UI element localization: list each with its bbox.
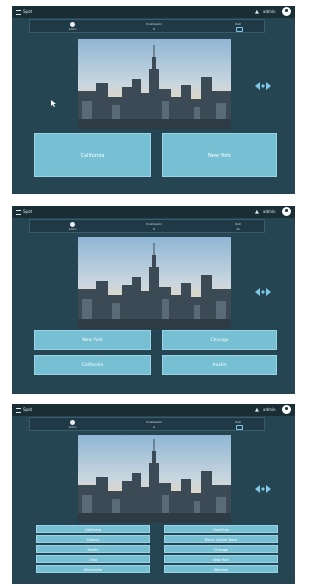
username: admin (263, 407, 276, 412)
answer-button[interactable]: New York (164, 555, 278, 563)
time-label: Zeit (235, 222, 241, 226)
app-name: Spot (23, 407, 33, 412)
top-app-bar: Spot ▲ admin (12, 404, 295, 416)
player-name: admin (68, 426, 77, 429)
question-image (78, 237, 231, 329)
time-label: Zeit (235, 420, 241, 424)
game-status-bar: admin Punktezahl 0 Zeit (29, 19, 265, 33)
app-name: Spot (23, 9, 33, 14)
double-arrow-icon[interactable] (254, 80, 272, 92)
mouse-cursor (51, 92, 56, 111)
question-image (78, 435, 231, 523)
player-name: admin (68, 28, 77, 31)
answer-button[interactable]: Chicago (162, 330, 277, 350)
points-label: Punktezahl (146, 222, 162, 226)
answer-button[interactable]: California (36, 525, 150, 533)
answer-button[interactable]: Austin (162, 355, 277, 375)
game-status-bar: admin Punktezahl 0 Zeit 11 (29, 219, 265, 233)
account-circle-icon[interactable] (282, 405, 291, 414)
answer-button[interactable]: Sydney (36, 535, 150, 543)
points-label: Punktezahl (146, 22, 162, 26)
answer-button[interactable]: New York (162, 133, 277, 177)
quiz-screen-2: Spot ▲ admin admin Punktezahl 0 Zeit 11 (12, 206, 295, 394)
bell-icon[interactable]: ▲ (255, 8, 259, 16)
quiz-screen-1: Spot ▲ admin admin Punktezahl 0 Zeit Cal… (12, 6, 295, 194)
bell-icon[interactable]: ▲ (255, 406, 259, 414)
account-circle-icon[interactable] (282, 207, 291, 216)
quiz-screen-3: Spot ▲ admin admin Punktezahl 2 Zeit Cal… (12, 404, 295, 584)
time-value: 11 (236, 227, 240, 231)
menu-icon[interactable] (16, 9, 21, 15)
double-arrow-icon[interactable] (254, 286, 272, 298)
game-status-bar: admin Punktezahl 2 Zeit (29, 417, 265, 431)
answer-button[interactable]: Warsaw (164, 565, 278, 573)
app-logo[interactable]: Spot (16, 8, 32, 16)
app-name: Spot (23, 209, 33, 214)
tv-icon (236, 27, 243, 32)
answer-button[interactable]: Austin (36, 545, 150, 553)
answer-button[interactable]: Stockholm (36, 565, 150, 573)
username: admin (263, 209, 276, 214)
points-label: Punktezahl (146, 420, 162, 424)
top-app-bar: Spot ▲ admin (12, 6, 295, 18)
answer-button[interactable]: Chicago (164, 545, 278, 553)
tv-icon (236, 425, 243, 430)
answer-button[interactable]: Hamilton (164, 525, 278, 533)
menu-icon[interactable] (16, 209, 21, 215)
top-app-bar: Spot ▲ admin (12, 206, 295, 218)
answer-button[interactable]: Ohio (36, 555, 150, 563)
username: admin (263, 9, 276, 14)
points-value: 0 (153, 227, 155, 231)
answer-button[interactable]: New York (34, 330, 151, 350)
time-label: Zeit (235, 22, 241, 26)
app-logo[interactable]: Spot (16, 406, 32, 414)
points-value: 0 (153, 27, 155, 31)
answer-button[interactable]: California (34, 355, 151, 375)
double-arrow-icon[interactable] (254, 483, 272, 495)
person-icon (70, 420, 75, 425)
person-icon (70, 22, 75, 27)
app-logo[interactable]: Spot (16, 208, 32, 216)
player-name: admin (68, 228, 77, 231)
account-circle-icon[interactable] (282, 7, 291, 16)
points-value: 2 (153, 425, 155, 429)
person-icon (70, 222, 75, 227)
answer-button[interactable]: California (34, 133, 151, 177)
menu-icon[interactable] (16, 407, 21, 413)
question-image (78, 39, 231, 129)
bell-icon[interactable]: ▲ (255, 208, 259, 216)
answer-button[interactable]: Rhine Center Bank (164, 535, 278, 543)
